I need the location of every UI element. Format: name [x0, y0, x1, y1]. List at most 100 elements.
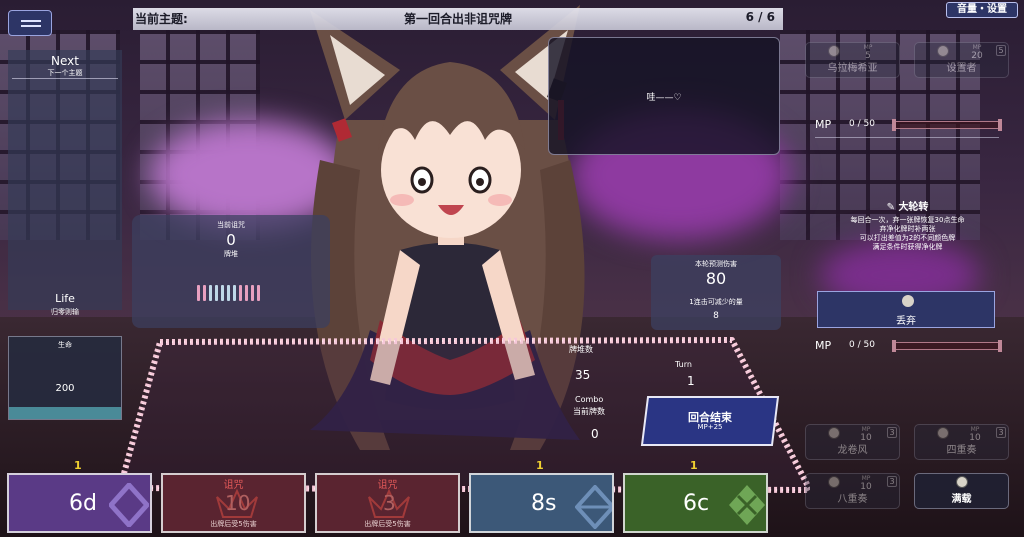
mp-label: MP [861, 475, 871, 482]
theme-progress: 6 / 6 [745, 10, 775, 24]
curse-card-desc: 出牌后受5伤害 [210, 520, 257, 528]
curse-gauge-tick [233, 285, 236, 301]
damage-forecast-panel: 本轮预测伤害 80 1连击可减少的量 8 [651, 255, 781, 330]
spade-suit-icon [575, 485, 612, 529]
hamburger-icon [21, 20, 41, 22]
skill-icon [937, 45, 949, 57]
hand-card[interactable]: 8s [469, 473, 614, 533]
mp-gauge-row: MP 0 / 50 [815, 115, 1005, 138]
skill-count: 3 [887, 427, 897, 438]
deck-label: 牌堆数 [569, 345, 593, 354]
skill-desc-line: 弃净化牌时补两张 [879, 225, 936, 233]
combo-reduction-label: 1连击可减少的量 [689, 298, 743, 306]
curse-gauge-tick [227, 285, 230, 301]
card-cost: 1 [690, 459, 698, 472]
mp-label: MP [815, 118, 832, 131]
skill-slot-full-load[interactable]: 满载 [914, 473, 1009, 509]
life-subtitle: 归零则输 [51, 308, 79, 316]
life-title: Life [55, 292, 75, 305]
mp-bar [892, 119, 1002, 131]
divider [12, 78, 118, 79]
card-value: 6d [69, 491, 97, 516]
skill-title-row: ✎ 大轮转 [820, 198, 995, 213]
theme-bar: 当前主题: 第一回合出非诅咒牌 6 / 6 [133, 8, 783, 30]
skill-name: 四重奏 [946, 445, 977, 456]
skill-count: 3 [996, 427, 1006, 438]
mp-label: MP [972, 44, 982, 51]
skill-name: 设置者 [946, 63, 977, 74]
discard-button[interactable]: 丢弃 [817, 291, 995, 328]
end-turn-button[interactable]: 回合结束 MP+25 [640, 395, 780, 447]
curse-card[interactable]: 诅咒 3 出牌后受5伤害 [315, 473, 460, 533]
combo-value: 0 [591, 427, 599, 441]
skill-desc-line: 满足条件时获得净化牌 [872, 243, 943, 251]
hand-card[interactable]: 6d [7, 473, 152, 533]
volume-settings-button[interactable]: 音量・设置 [946, 2, 1018, 18]
skill-desc-line: 可以打出差值为2的不同颜色牌 [859, 234, 956, 242]
combo-sub-label: 当前牌数 [573, 407, 605, 416]
theme-title: 第一回合出非诅咒牌 [403, 12, 512, 26]
turn-label: Turn [675, 360, 692, 369]
life-label: 生命 [58, 341, 72, 349]
damage-value: 80 [705, 269, 727, 288]
skill-desc-line: 每回合一次，弃一张牌恢复30点生命 [850, 216, 965, 224]
discard-icon [902, 295, 914, 307]
curse-title: 当前诅咒 [217, 221, 245, 229]
turn-value: 1 [687, 374, 695, 388]
life-value: 200 [55, 383, 75, 394]
curse-gauge [197, 285, 260, 301]
mp-value: 0 / 50 [849, 119, 875, 129]
skill-name: 满载 [951, 494, 972, 505]
menu-button[interactable] [8, 10, 52, 36]
life-box: 生命 200 [8, 336, 122, 420]
curse-gauge-tick [221, 285, 224, 301]
skill-title: 大轮转 [898, 202, 929, 213]
next-title: Next [51, 54, 79, 68]
combo-reduction-value: 8 [713, 311, 719, 321]
card-cost: 1 [536, 459, 544, 472]
curse-gauge-tick [203, 285, 206, 301]
curse-value: 0 [226, 231, 236, 249]
skill-icon [828, 427, 840, 439]
combo-label: Combo [575, 395, 604, 404]
curse-panel: 当前诅咒 0 牌堆 [132, 215, 330, 328]
curse-card-desc: 出牌后受5伤害 [364, 520, 411, 528]
life-gauge [9, 406, 121, 419]
speech-text: 哇——♡ [646, 93, 682, 103]
card-cost: 1 [74, 459, 82, 472]
mp-label: MP [861, 426, 871, 433]
skill-slot-quartet[interactable]: MP 10 3 四重奏 [914, 424, 1009, 460]
skill-slot-tornado[interactable]: MP 10 3 龙卷风 [805, 424, 900, 460]
mp-label: MP [863, 44, 873, 51]
hand-card[interactable]: 6c [623, 473, 768, 533]
skill-icon [937, 427, 949, 439]
mp-bar [892, 340, 1002, 352]
club-suit-icon [729, 485, 765, 525]
skill-name: 八重奏 [837, 494, 868, 505]
life-panel: Life 归零则输 生命 200 [8, 290, 122, 430]
skill-name: 龙卷风 [837, 445, 868, 456]
skill-slot-ulamesia[interactable]: MP 5 乌拉梅希亚 [805, 42, 900, 78]
skill-icon [828, 476, 840, 488]
skill-icon [956, 476, 968, 488]
curse-gauge-tick [209, 285, 212, 301]
curse-card[interactable]: 诅咒 10 出牌后受5伤害 [161, 473, 306, 533]
curse-gauge-tick [197, 285, 200, 301]
card-value: 6c [683, 491, 710, 516]
skill-slot-octet[interactable]: MP 10 3 八重奏 [805, 473, 900, 509]
curse-gauge-tick [215, 285, 218, 301]
skill-slot-setter[interactable]: MP 20 5 设置者 [914, 42, 1009, 78]
curse-gauge-tick [245, 285, 248, 301]
mp-gauge-row: MP 0 / 50 [815, 336, 1005, 356]
scroll-icon: ✎ [886, 202, 899, 213]
divider [815, 137, 999, 138]
curse-card-value: 3 [383, 491, 396, 515]
end-turn-sub: MP+25 [697, 423, 723, 431]
curse-gauge-tick [239, 285, 242, 301]
mp-value: 0 / 50 [849, 340, 875, 350]
skill-name: 乌拉梅希亚 [827, 63, 878, 74]
curse-gauge-tick [251, 285, 254, 301]
curse-gauge-tick [257, 285, 260, 301]
character-skill-info: ✎ 大轮转 每回合一次，弃一张牌恢复30点生命 弃净化牌时补两张 可以打出差值为… [820, 198, 995, 252]
curse-subtitle: 牌堆 [224, 250, 238, 258]
